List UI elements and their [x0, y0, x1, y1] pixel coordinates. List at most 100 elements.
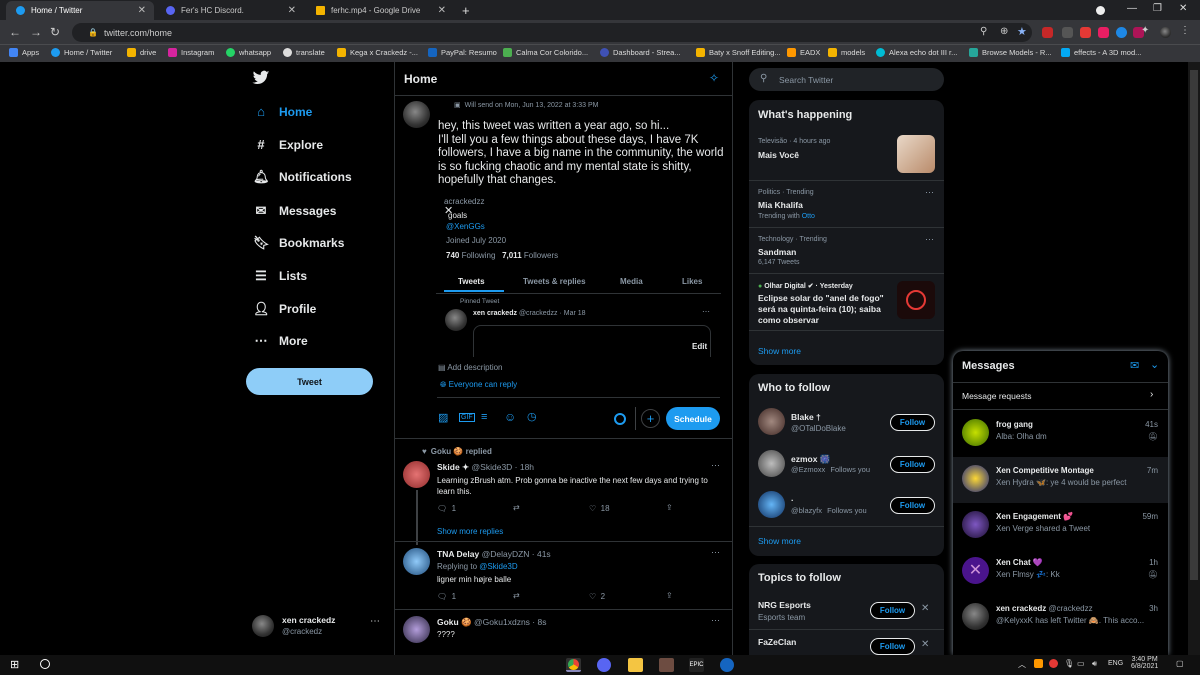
compose-textarea[interactable]: hey, this tweet was written a year ago, …	[438, 120, 728, 188]
gif-icon[interactable]: GIF	[459, 413, 475, 422]
nav-explore[interactable]: # Explore	[253, 137, 323, 152]
conversation-item[interactable]: Xen Engagement 💕 Xen Verge shared a Twee…	[953, 503, 1168, 549]
emoji-icon[interactable]: ☺	[504, 410, 516, 424]
volume-icon[interactable]: 🔊︎	[1092, 659, 1097, 669]
forward-icon[interactable]: →	[30, 25, 42, 39]
trend-item[interactable]: Mais Você	[758, 150, 799, 160]
close-window-icon[interactable]: ✕	[1179, 3, 1187, 14]
bookmark-apps[interactable]: Apps	[9, 48, 39, 57]
bookmark-item[interactable]: Home / Twitter	[51, 48, 112, 57]
extension-icon[interactable]	[1080, 27, 1091, 38]
epic-games-icon[interactable]: EPIC	[689, 658, 704, 672]
trend-item[interactable]: Mia Khalifa	[758, 200, 803, 210]
bookmark-item[interactable]: Dashboard - Strea...	[600, 48, 681, 57]
more-dots-icon[interactable]: ⋯	[925, 187, 934, 198]
extension-icon[interactable]	[1098, 27, 1109, 38]
schedule-button[interactable]: Schedule	[666, 407, 720, 430]
bookmark-item[interactable]: EADX	[787, 48, 820, 57]
follow-button[interactable]: Follow	[890, 497, 935, 514]
show-more-link[interactable]: Show more	[758, 346, 801, 356]
discord-taskbar-icon[interactable]	[597, 658, 611, 672]
reply-action[interactable]: 🗨︎ 1	[437, 504, 456, 513]
mention-link[interactable]: @Skide3D	[479, 562, 517, 571]
windows-start-icon[interactable]: ⊞	[10, 658, 19, 671]
like-action[interactable]: ♡ 2	[589, 592, 605, 601]
zoom-icon[interactable]: ⊕	[1000, 26, 1008, 37]
search-input[interactable]: ⚲ Search Twitter	[749, 68, 944, 91]
retweet-icon[interactable]: ⇄	[513, 591, 520, 600]
tweet-button[interactable]: Tweet	[246, 368, 373, 395]
show-more-link[interactable]: Show more	[758, 536, 801, 546]
new-message-icon[interactable]: ✉	[1130, 359, 1139, 372]
app-taskbar-icon[interactable]	[659, 658, 674, 672]
chrome-taskbar-icon[interactable]	[566, 658, 581, 672]
collapse-chevron-icon[interactable]: ⌄	[1150, 358, 1159, 371]
scrollbar-thumb[interactable]	[1190, 70, 1198, 580]
close-tab-icon[interactable]: ✕	[138, 5, 146, 16]
poll-icon[interactable]: ≡	[481, 411, 487, 423]
maximize-icon[interactable]: ❐	[1153, 3, 1162, 14]
network-icon[interactable]: ▭	[1077, 659, 1085, 668]
follow-button[interactable]: Follow	[890, 456, 935, 473]
bookmark-item[interactable]: models	[828, 48, 865, 57]
bookmark-item[interactable]: PayPal: Resumo	[428, 48, 497, 57]
bookmark-item[interactable]: effects - A 3D mod...	[1061, 48, 1141, 57]
bookmark-item[interactable]: whatsapp	[226, 48, 271, 57]
tray-app-icon[interactable]	[1034, 659, 1043, 668]
nav-lists[interactable]: ☰ Lists	[253, 268, 307, 284]
more-dots-icon[interactable]: ⋯	[370, 616, 380, 627]
nav-profile[interactable]: 👤︎ Profile	[253, 301, 316, 317]
conversation-item[interactable]: xen crackedz @crackedzz @KelyxxK has lef…	[953, 595, 1168, 641]
back-icon[interactable]: ←	[9, 25, 21, 39]
profile-icon[interactable]	[1096, 6, 1105, 15]
bookmark-item[interactable]: Kega x Crackedz -...	[337, 48, 418, 57]
bookmark-item[interactable]: Alexa echo dot III r...	[876, 48, 957, 57]
file-explorer-icon[interactable]	[628, 658, 643, 672]
dismiss-icon[interactable]: ✕	[921, 603, 929, 614]
show-more-replies[interactable]: Show more replies	[437, 527, 503, 536]
share-icon[interactable]: ⇪	[666, 503, 673, 512]
microphone-icon[interactable]: 🎙︎	[1064, 659, 1074, 668]
reply-settings[interactable]: 🌐︎ Everyone can reply	[440, 380, 517, 390]
search-icon[interactable]: ⚲	[980, 26, 987, 37]
follow-button[interactable]: Follow	[890, 414, 935, 431]
nav-home[interactable]: ⌂ Home	[253, 104, 312, 119]
more-dots-icon[interactable]: ⋯	[711, 460, 720, 471]
address-bar[interactable]: 🔒 twitter.com/home	[72, 23, 1032, 42]
nav-notifications[interactable]: 🔔︎ Notifications	[253, 169, 352, 185]
new-tab-icon[interactable]: +	[462, 3, 470, 18]
bookmark-item[interactable]: translate	[283, 48, 325, 57]
schedule-icon[interactable]: ◷	[527, 410, 537, 423]
extension-icon[interactable]	[1042, 27, 1053, 38]
nav-more[interactable]: ⋯ More	[253, 333, 308, 349]
sparkle-icon[interactable]: ✧	[709, 71, 719, 85]
tray-chevron-icon[interactable]: ︿	[1018, 659, 1026, 670]
like-action[interactable]: ♡ 18	[589, 504, 610, 513]
tab-twitter[interactable]: Home / Twitter ✕	[6, 1, 154, 20]
close-tab-icon[interactable]: ✕	[438, 5, 446, 16]
tab-discord[interactable]: Fer's HC Discord. ✕	[156, 1, 304, 20]
follow-topic-button[interactable]: Follow	[870, 602, 915, 619]
retweet-icon[interactable]: ⇄	[513, 503, 520, 512]
close-tab-icon[interactable]: ✕	[288, 5, 296, 16]
bookmark-item[interactable]: Calma Cor Colorido...	[503, 48, 588, 57]
extension-icon[interactable]	[1116, 27, 1127, 38]
notification-center-icon[interactable]: ▢	[1176, 659, 1184, 668]
conversation-item[interactable]: frog gang Alba: Olha dm 41s 🔕︎	[953, 411, 1168, 457]
clock[interactable]: 3:40 PM 6/8/2021	[1131, 656, 1158, 670]
extension-icon[interactable]	[1062, 27, 1073, 38]
twitter-logo-icon[interactable]	[252, 70, 270, 86]
image-icon[interactable]: ▨	[438, 411, 448, 424]
edit-button[interactable]: Edit	[692, 342, 707, 351]
add-description[interactable]: ▤ Add description	[438, 363, 503, 372]
extensions-puzzle-icon[interactable]: ✦	[1141, 25, 1149, 36]
cortana-icon[interactable]	[40, 659, 50, 669]
minimize-icon[interactable]: —	[1127, 3, 1137, 14]
conversation-item[interactable]: Xen Competitive Montage Xen Hydra 🦋: ye …	[953, 457, 1168, 503]
bookmark-item[interactable]: Instagram	[168, 48, 214, 57]
language-indicator[interactable]: ENG	[1108, 660, 1123, 667]
nav-bookmarks[interactable]: 🔖︎ Bookmarks	[253, 235, 344, 251]
follow-topic-button[interactable]: Follow	[870, 638, 915, 655]
app-taskbar-icon[interactable]	[720, 658, 734, 672]
bookmark-item[interactable]: drive	[127, 48, 156, 57]
